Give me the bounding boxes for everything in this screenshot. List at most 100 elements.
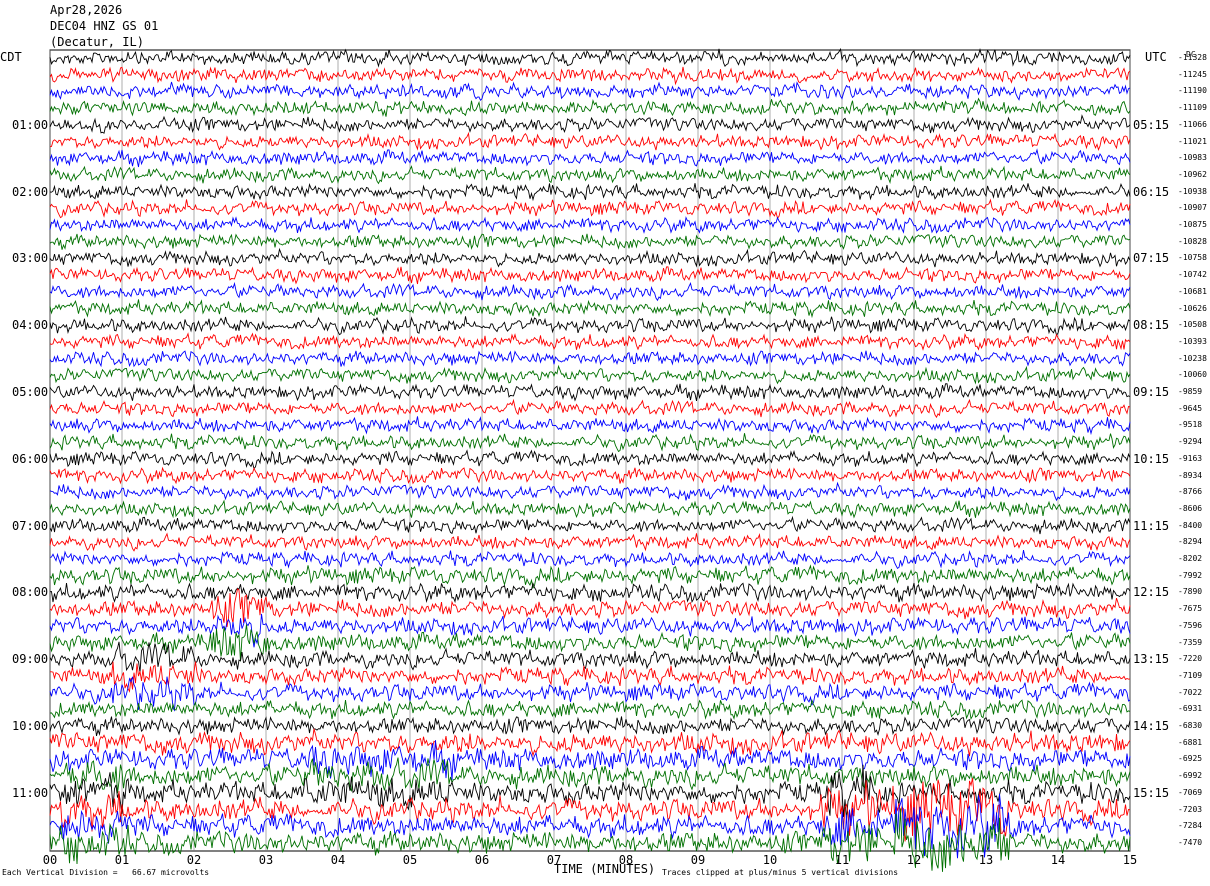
trace-line <box>49 416 1131 436</box>
trace-line <box>49 114 1131 134</box>
right-time-label: 07:15 <box>1133 251 1170 266</box>
left-time-label: 02:00 <box>12 184 49 199</box>
trace-offset-label: -9645 <box>1178 403 1203 413</box>
trace-offset-label: -10626 <box>1178 303 1207 313</box>
trace-offset-label: -9859 <box>1178 387 1203 397</box>
trace-line <box>49 613 1131 648</box>
trace-offset-label: -11328 <box>1178 53 1207 62</box>
left-time-label: 06:00 <box>12 451 49 466</box>
scale-note: Each Vertical Division = 66.67 microvolt… <box>2 868 210 877</box>
right-time-label: 09:15 <box>1133 385 1170 400</box>
trace-offset-label: -6931 <box>1178 704 1203 714</box>
trace-offset-label: -8294 <box>1178 537 1203 547</box>
x-tick-label: 14 <box>1050 853 1066 867</box>
left-time-label: 11:00 <box>12 785 49 800</box>
trace-offset-label: -10393 <box>1178 336 1207 346</box>
trace-offset-label: -7203 <box>1178 804 1203 814</box>
right-time-label: 08:15 <box>1133 318 1170 333</box>
right-time-label: 05:15 <box>1133 117 1170 132</box>
trace-offset-label: -11021 <box>1178 136 1207 146</box>
trace-line <box>49 481 1131 502</box>
trace-line <box>50 661 1131 693</box>
trace-line <box>49 131 1131 151</box>
trace-line <box>49 532 1131 552</box>
right-time-label: 13:15 <box>1133 652 1170 667</box>
trace-line <box>49 564 1131 589</box>
trace-line <box>49 582 1131 604</box>
trace-offset-label: -7596 <box>1178 620 1203 630</box>
trace-line <box>49 332 1131 351</box>
trace-line <box>49 266 1131 285</box>
left-time-label: 03:00 <box>12 251 49 266</box>
trace-line <box>49 281 1131 302</box>
trace-line <box>49 740 1131 781</box>
trace-offset-label: -7890 <box>1178 587 1203 597</box>
trace-line <box>49 316 1131 337</box>
trace-line <box>49 350 1131 368</box>
x-tick-label: 02 <box>186 853 202 867</box>
plot-frame <box>49 49 1131 852</box>
trace-line <box>49 515 1131 535</box>
x-tick-label: 03 <box>258 853 274 867</box>
trace-offset-label: -6830 <box>1178 721 1203 731</box>
trace-offset-label: -10508 <box>1178 320 1207 330</box>
trace-offset-label: -10938 <box>1178 186 1207 196</box>
trace-offset-label: -10962 <box>1178 169 1207 179</box>
left-time-label: 09:00 <box>12 652 49 667</box>
trace-line <box>49 466 1131 485</box>
clip-note: Traces clipped at plus/minus 5 vertical … <box>662 868 899 877</box>
trace-offset-label: -7069 <box>1178 787 1203 797</box>
left-time-label: 05:00 <box>12 385 49 400</box>
trace-offset-label: -9294 <box>1178 437 1203 447</box>
trace-offset-label: -7359 <box>1178 637 1203 647</box>
trace-line <box>49 47 1131 68</box>
trace-offset-label: -10828 <box>1178 236 1207 246</box>
trace-offset-label: -8766 <box>1178 487 1203 497</box>
trace-offset-label: -6881 <box>1178 737 1203 747</box>
trace-offset-label: -11066 <box>1178 119 1207 129</box>
trace-line <box>49 699 1131 721</box>
right-time-label: 12:15 <box>1133 585 1170 600</box>
trace-offset-label: -8202 <box>1178 554 1203 564</box>
trace-offset-label: -11245 <box>1178 69 1207 79</box>
trace-offset-label: -8400 <box>1178 520 1203 530</box>
trace-offset-label: -9163 <box>1178 453 1203 463</box>
left-time-label: 01:00 <box>12 117 49 132</box>
trace-offset-label: -7284 <box>1178 821 1203 831</box>
trace-offset-label: -7992 <box>1178 570 1203 580</box>
trace-offset-label: -8606 <box>1178 503 1203 513</box>
trace-line <box>49 550 1131 570</box>
x-tick-label: 13 <box>978 853 994 867</box>
x-tick-label: 05 <box>402 853 418 867</box>
x-tick-label: 12 <box>906 853 922 867</box>
trace-line <box>49 81 1131 101</box>
trace-line <box>49 233 1131 250</box>
x-tick-label: 00 <box>42 853 58 867</box>
left-time-label: 04:00 <box>12 318 49 333</box>
trace-offset-label: -11109 <box>1178 103 1207 113</box>
trace-line <box>49 247 1131 268</box>
trace-offset-label: -10758 <box>1178 253 1207 263</box>
trace-line <box>49 148 1131 168</box>
trace-offset-label: -7220 <box>1178 654 1203 664</box>
trace-offset-label: -6992 <box>1178 771 1203 781</box>
trace-line <box>49 198 1131 220</box>
trace-line <box>49 66 1131 86</box>
trace-line <box>49 499 1131 519</box>
trace-offset-label: -10238 <box>1178 353 1207 363</box>
trace-offset-label: -6925 <box>1178 754 1203 764</box>
seismogram-plot <box>49 47 1131 872</box>
trace-line <box>49 383 1131 402</box>
trace-offset-label: -7022 <box>1178 687 1203 697</box>
trace-offset-label: -10907 <box>1178 203 1207 213</box>
trace-line <box>49 165 1131 185</box>
trace-line <box>49 728 1131 757</box>
left-time-label: 10:00 <box>12 719 49 734</box>
trace-offset-label: -7470 <box>1178 838 1203 847</box>
trace-offset-label: -10060 <box>1178 370 1207 380</box>
trace-offset-label: -10742 <box>1178 270 1207 280</box>
trace-offset-label: -10983 <box>1178 153 1207 163</box>
trace-offset-label: -7675 <box>1178 604 1203 614</box>
trace-line <box>49 716 1131 737</box>
trace-offset-label: -8934 <box>1178 470 1203 480</box>
